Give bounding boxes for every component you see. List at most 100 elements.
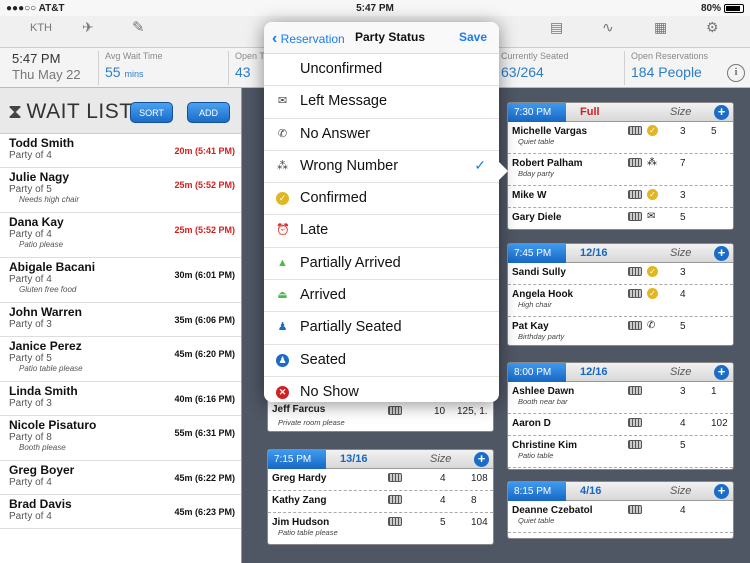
envelope-icon: ✉ — [277, 95, 288, 108]
edit-icon[interactable]: ✎ — [132, 18, 145, 36]
status-option-label: Unconfirmed — [300, 61, 383, 77]
table-row[interactable]: Jeff Farcus Private room please 10 125, … — [268, 399, 493, 431]
party-size: 3 — [680, 190, 686, 201]
table-row[interactable]: Jim Hudson Patio table please 5 104 — [268, 513, 493, 544]
card-header: 8:15 PM 4/16 Size + — [508, 482, 733, 501]
card-header: 7:15 PM 13/16 Size + — [268, 450, 493, 469]
avg-wait-unit: mins — [124, 69, 144, 79]
guest-name: Robert Palham — [512, 158, 583, 169]
reservation-card: 8:15 PM 4/16 Size + Deanne Czebatol Quiet tab… — [507, 481, 734, 539]
card-time: 8:15 PM — [508, 482, 566, 501]
kth-icon[interactable]: KTH — [30, 22, 52, 34]
keyboard-icon — [628, 267, 642, 276]
status-option-label: Confirmed — [300, 190, 367, 207]
status-option-partially-seated[interactable]: ♟ Partially Seated — [264, 312, 499, 345]
status-option-label: No Answer — [300, 125, 371, 142]
clock: 5:47 PM — [356, 2, 394, 14]
reservations-stat: Open Reservations 184 People — [624, 51, 724, 85]
card-header: 7:45 PM 12/16 Size + — [508, 244, 733, 263]
wait-time: 25m (5:52 PM) — [174, 225, 235, 235]
keyboard-icon — [388, 406, 402, 415]
status-option-label: No Show — [300, 383, 359, 400]
confirmed-icon: ✓ — [647, 189, 658, 200]
sort-button[interactable]: SORT — [130, 102, 173, 123]
add-button[interactable]: ADD — [187, 102, 230, 123]
current-time: 5:47 PM — [12, 51, 61, 66]
status-option-label: Late — [300, 222, 329, 239]
table-row[interactable]: Sandi Sully ✓ 3 — [508, 263, 733, 285]
card-header: 7:30 PM Full Size + — [508, 103, 733, 122]
status-option-list: Unconfirmed ✉ Left Message ✆ No Answer ⁂ Wrong… — [264, 54, 499, 402]
status-option-partially-arrived[interactable]: ▲ Partially Arrived — [264, 248, 499, 281]
confirmed-icon: ✓ — [647, 266, 658, 277]
list-item[interactable]: Greg Boyer Party of 4 45m (6:22 PM) — [0, 461, 241, 495]
status-option-wrong-number[interactable]: ⁂ Wrong Number ✓ — [264, 151, 499, 184]
party-size: 5 — [440, 517, 446, 528]
calendar-icon[interactable]: ▦ — [654, 19, 667, 36]
table-row[interactable]: Gary Diele ✉ 5 — [508, 208, 733, 229]
table-row[interactable]: Kathy Zang 4 8 — [268, 491, 493, 513]
status-option-seated[interactable]: ♟ Seated — [264, 345, 499, 377]
size-header: Size — [670, 106, 692, 118]
status-option-label: Partially Arrived — [300, 254, 401, 271]
info-icon[interactable]: i — [727, 64, 745, 82]
no-phone-icon: ✆ — [647, 320, 656, 331]
contact-card-icon[interactable]: ▤ — [550, 19, 563, 36]
status-option-label: Wrong Number — [300, 157, 399, 174]
list-item[interactable]: Abigale Bacani Party of 4 Gluten free food… — [0, 258, 241, 303]
status-option-no-show[interactable]: ✕ No Show — [264, 377, 499, 402]
save-button[interactable]: Save — [459, 30, 487, 44]
list-item[interactable]: Brad Davis Party of 4 45m (6:23 PM) — [0, 495, 241, 529]
table-row[interactable]: Michelle Vargas Quiet table ✓ 3 5 — [508, 122, 733, 154]
table-row[interactable]: Angela Hook High chair ✓ 4 — [508, 285, 733, 317]
no-phone-icon: ✆ — [277, 127, 288, 140]
add-reservation-button[interactable]: + — [714, 484, 729, 499]
add-reservation-button[interactable]: + — [474, 452, 489, 467]
waveform-icon[interactable]: ∿ — [602, 19, 614, 36]
table-row[interactable]: Aaron D 4 102 — [508, 414, 733, 436]
avg-wait-value: 55 — [105, 64, 121, 80]
table-row[interactable]: Mike W ✓ 3 — [508, 186, 733, 208]
table-row[interactable]: Deanne Czebatol Quiet table 4 — [508, 501, 733, 533]
guest-note: Patio table please — [19, 364, 83, 373]
status-option-arrived[interactable]: ⏏ Arrived — [264, 280, 499, 313]
airplane-icon[interactable]: ✈ — [82, 19, 94, 36]
list-item[interactable]: Todd Smith Party of 4 20m (5:41 PM) — [0, 134, 241, 168]
status-option-no-answer[interactable]: ✆ No Answer — [264, 119, 499, 151]
list-item[interactable]: Julie Nagy Party of 5 Needs high chair 25m … — [0, 168, 241, 213]
table-row[interactable]: Robert Palham Bday party ⁂ 7 — [508, 154, 733, 186]
wrong-number-icon: ⁂ — [277, 159, 288, 172]
status-option-unconfirmed[interactable]: Unconfirmed — [264, 54, 499, 87]
wrong-number-icon: ⁂ — [647, 157, 657, 168]
list-item[interactable]: Nicole Pisaturo Party of 8 Booth please 55m… — [0, 416, 241, 461]
add-reservation-button[interactable]: + — [714, 246, 729, 261]
popover-arrow — [497, 160, 508, 182]
list-item[interactable]: Dana Kay Party of 4 Patio please 25m (5:52 … — [0, 213, 241, 258]
card-time: 7:15 PM — [268, 450, 326, 469]
wait-time: 20m (5:41 PM) — [174, 146, 235, 156]
status-option-confirmed[interactable]: ✓ Confirmed — [264, 183, 499, 216]
table-row[interactable]: Ashlee Dawn Booth near bar 3 1 — [508, 382, 733, 414]
keyboard-icon — [388, 495, 402, 504]
seated-icon: ♟ — [276, 353, 289, 367]
list-item[interactable]: Janice Perez Party of 5 Patio table please… — [0, 337, 241, 382]
confirmed-icon: ✓ — [647, 288, 658, 299]
add-reservation-button[interactable]: + — [714, 105, 729, 120]
table-row[interactable]: Christine Kim Patio table 5 — [508, 436, 733, 468]
status-option-left-message[interactable]: ✉ Left Message — [264, 86, 499, 119]
guest-name: Aaron D — [512, 418, 551, 429]
guest-note: Patio table please — [278, 528, 338, 537]
add-reservation-button[interactable]: + — [714, 365, 729, 380]
status-option-late[interactable]: ⏰ Late — [264, 215, 499, 248]
wait-time: 35m (6:06 PM) — [174, 315, 235, 325]
table-row[interactable]: Pat Kay Birthday party ✆ 5 — [508, 317, 733, 345]
list-item[interactable]: Linda Smith Party of 3 40m (6:16 PM) — [0, 382, 241, 416]
settings-icon[interactable]: ⚙ — [706, 19, 719, 36]
table-row[interactable]: Greg Hardy 4 108 — [268, 469, 493, 491]
alarm-clock-icon: ⏰ — [276, 224, 290, 237]
list-item[interactable]: John Warren Party of 3 35m (6:06 PM) — [0, 303, 241, 337]
current-date: Thu May 22 — [12, 67, 81, 82]
card-count: 12/16 — [580, 366, 608, 378]
guest-note: Birthday party — [518, 332, 565, 341]
back-button[interactable]: ‹ Reservation — [272, 30, 345, 48]
